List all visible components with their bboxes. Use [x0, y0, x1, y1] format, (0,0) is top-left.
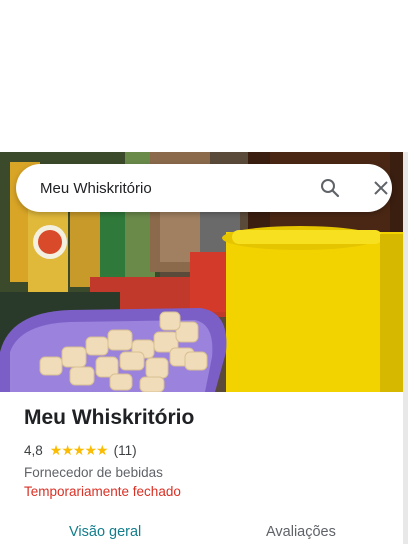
star-icon: ★ [72, 442, 86, 458]
star-rating: ★ ★ ★ ★ ★ [49, 442, 109, 459]
star-icon: ★ [61, 442, 74, 458]
tab-reviews[interactable]: Avaliações [266, 524, 336, 540]
place-category[interactable]: Fornecedor de bebidas [24, 465, 394, 480]
star-icon: ★ [49, 442, 63, 458]
place-title: Meu Whiskritório [24, 406, 195, 429]
status-text: Temporariamente fechado [24, 484, 181, 499]
review-count[interactable]: (11) [114, 443, 137, 458]
search-input[interactable] [40, 179, 290, 197]
star-icon: ★ [96, 442, 109, 458]
map-blank-area [0, 0, 408, 152]
star-icon: ★ [84, 442, 97, 458]
search-bar[interactable] [16, 164, 392, 212]
tab-bar: Visão geral Avaliações [0, 522, 403, 544]
search-icon[interactable] [318, 176, 342, 200]
rating-value: 4,8 [24, 443, 43, 458]
close-icon[interactable] [369, 176, 393, 200]
scrollbar[interactable] [403, 152, 408, 544]
rating-row[interactable]: 4,8 ★ ★ ★ ★ ★ (11) [24, 442, 394, 459]
tab-overview[interactable]: Visão geral [69, 524, 141, 540]
place-info: Meu Whiskritório 4,8 ★ ★ ★ ★ ★ (11) Forn… [24, 404, 394, 499]
